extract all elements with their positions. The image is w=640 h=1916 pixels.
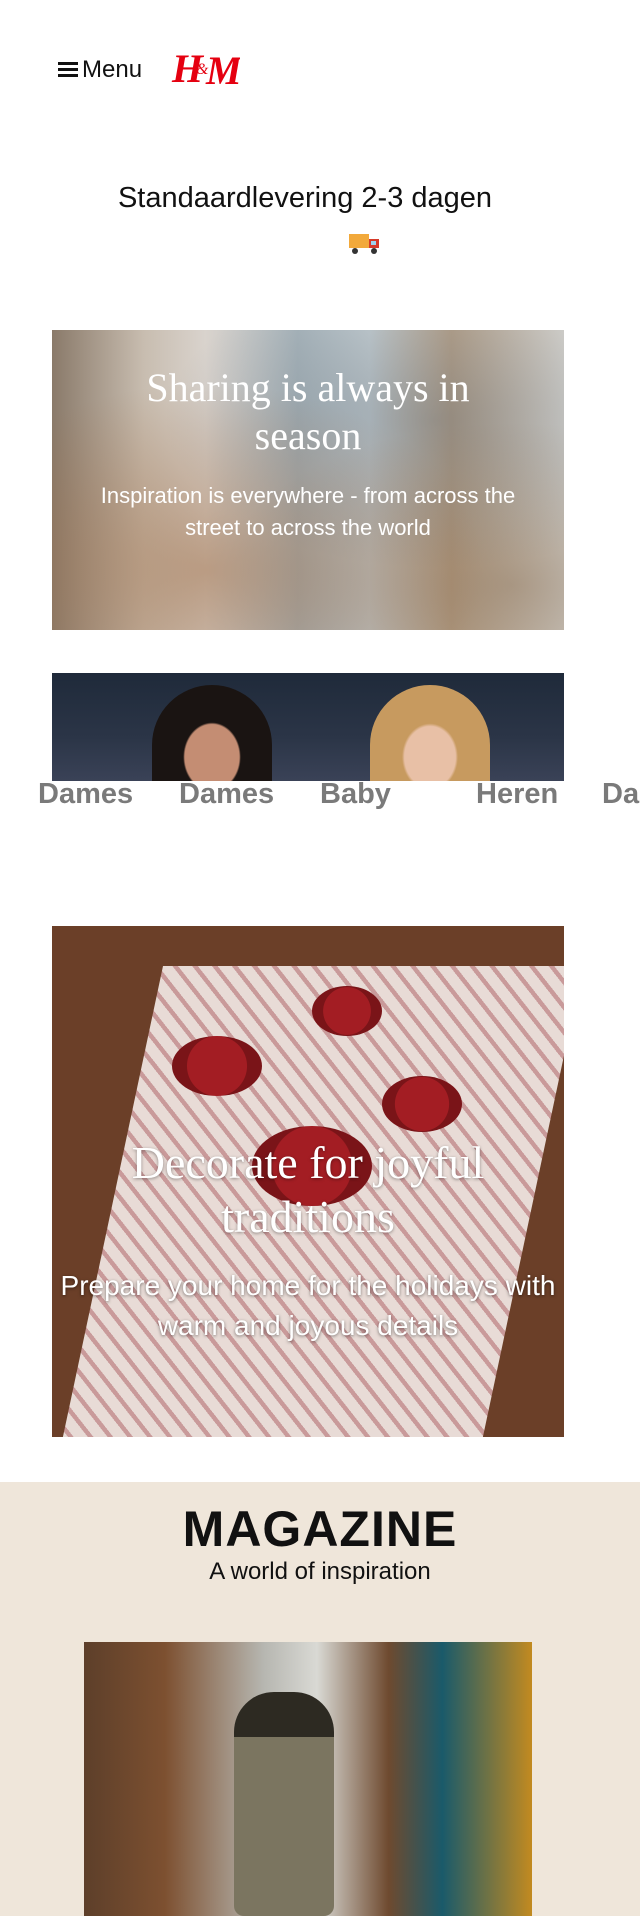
menu-label: Menu: [82, 56, 143, 83]
category-item-dames[interactable]: Da: [602, 778, 639, 811]
model-image: [152, 685, 272, 781]
delivery-banner: Standaardlevering 2-3 dagen: [0, 182, 640, 254]
category-item-heren[interactable]: Heren: [476, 778, 558, 811]
hamburger-icon: [58, 62, 78, 78]
menu-button[interactable]: Menu: [58, 56, 142, 84]
person-image: [234, 1692, 334, 1916]
category-item-baby[interactable]: Baby: [320, 778, 391, 811]
magazine-section: MAGAZINE A world of inspiration: [0, 1482, 640, 1916]
category-item-dames[interactable]: Dames: [38, 778, 133, 811]
decorate-subtitle: Prepare your home for the holidays with …: [60, 1270, 556, 1341]
plate-image: [312, 986, 382, 1036]
magazine-subtitle: A world of inspiration: [209, 1558, 431, 1585]
plate-image: [382, 1076, 462, 1132]
site-header: Menu H & M: [0, 0, 640, 140]
magazine-image[interactable]: [84, 1642, 532, 1916]
magazine-title: MAGAZINE: [182, 1501, 458, 1557]
hero-subtitle: Inspiration is everywhere - from across …: [100, 483, 516, 540]
category-banner: [52, 673, 564, 781]
category-nav: Dames Dames Baby Heren Da: [0, 778, 640, 818]
delivery-truck-icon: [349, 234, 379, 254]
hero-title: Sharing is always in season: [146, 365, 470, 458]
svg-text:M: M: [205, 48, 240, 92]
decorate-title: Decorate for joyful traditions: [131, 1137, 485, 1242]
hero-banner[interactable]: Sharing is always in season Inspiration …: [52, 330, 564, 630]
delivery-text: Standaardlevering 2-3 dagen: [117, 182, 493, 214]
hm-logo[interactable]: H & M: [170, 44, 240, 92]
decorate-banner[interactable]: Decorate for joyful traditions Prepare y…: [52, 926, 564, 1437]
model-image: [370, 685, 490, 781]
plate-image: [172, 1036, 262, 1096]
category-item-dames[interactable]: Dames: [179, 778, 274, 811]
